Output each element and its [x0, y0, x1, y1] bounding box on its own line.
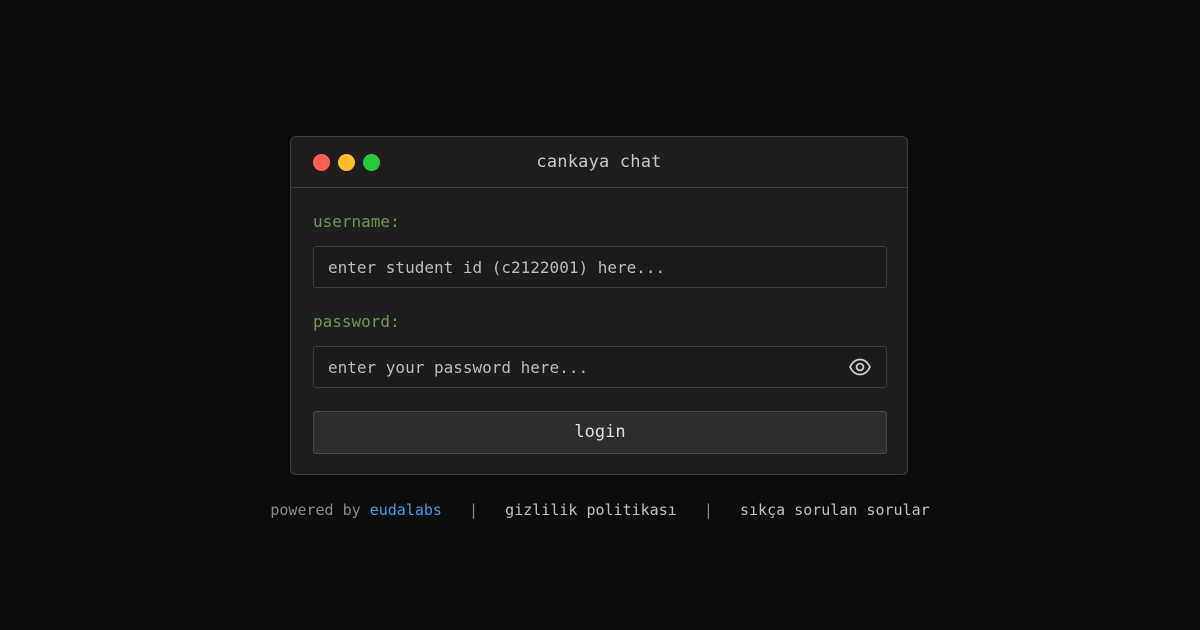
- powered-by-text: powered by: [270, 501, 370, 519]
- login-window: cankaya chat username: password: login: [290, 136, 908, 475]
- footer-separator: |: [469, 501, 479, 519]
- eudalabs-link[interactable]: eudalabs: [370, 501, 442, 519]
- privacy-policy-link[interactable]: gizlilik politikası: [505, 501, 677, 519]
- username-field-container: [313, 246, 887, 288]
- password-field-container: [313, 346, 887, 388]
- password-label: password:: [313, 312, 400, 331]
- eye-icon[interactable]: [848, 356, 872, 378]
- username-input[interactable]: [314, 247, 886, 287]
- faq-link[interactable]: sıkça sorulan sorular: [740, 501, 930, 519]
- password-input[interactable]: [314, 347, 886, 387]
- login-button[interactable]: login: [313, 411, 887, 454]
- window-title: cankaya chat: [536, 152, 662, 172]
- footer: powered by eudalabs | gizlilik politikas…: [0, 501, 1200, 519]
- username-label: username:: [313, 212, 400, 231]
- footer-separator: |: [703, 501, 713, 519]
- title-bar: cankaya chat: [291, 137, 907, 188]
